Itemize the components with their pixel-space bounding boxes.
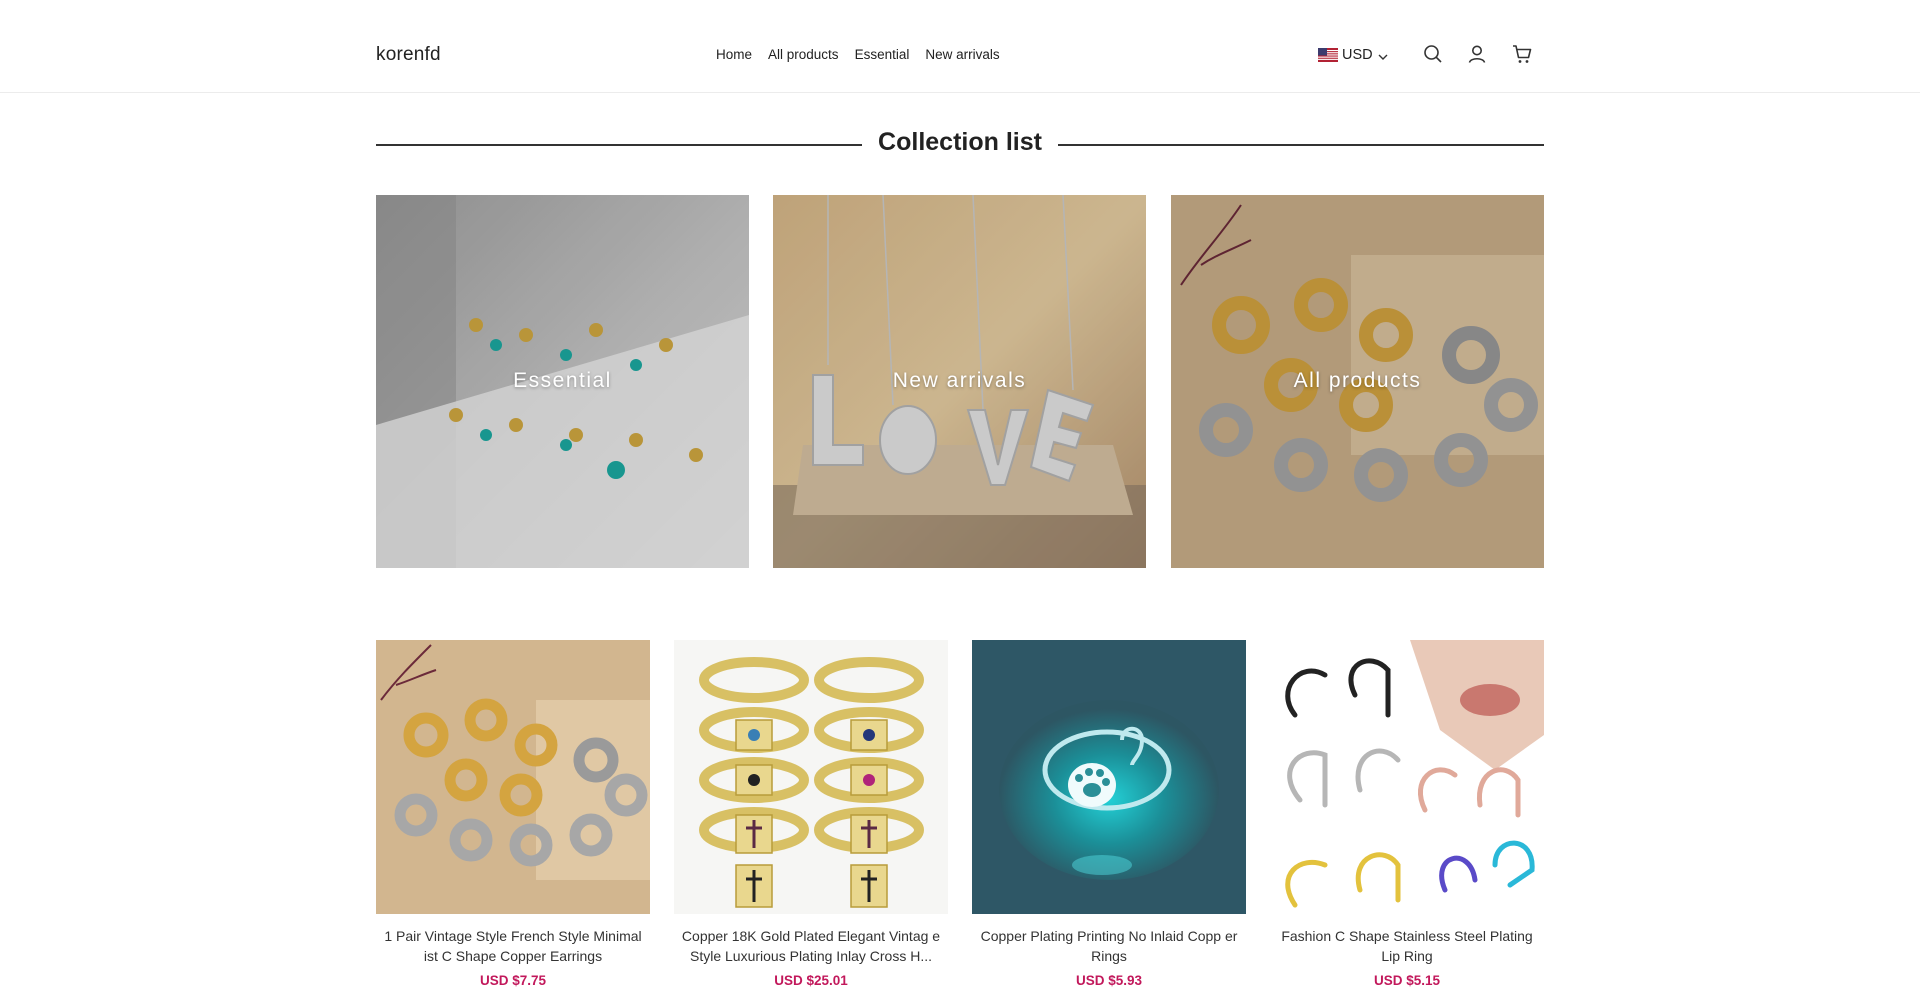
collection-label: All products [1293, 369, 1422, 392]
collection-card-new-arrivals[interactable]: New arrivals [773, 195, 1146, 568]
store-logo[interactable]: korenfd [376, 44, 441, 66]
product-image[interactable] [376, 640, 650, 914]
search-icon[interactable] [1422, 43, 1444, 65]
product-card[interactable]: Fashion C Shape Stainless Steel Plating … [1270, 640, 1544, 988]
product-title[interactable]: Copper 18K Gold Plated Elegant Vintag e … [674, 926, 948, 966]
product-price: USD $5.15 [1373, 973, 1441, 988]
currency-label: USD [1342, 47, 1373, 63]
nav-new-arrivals[interactable]: New arrivals [925, 47, 999, 62]
collection-label: Essential [513, 369, 612, 392]
nav-essential[interactable]: Essential [855, 47, 910, 62]
product-price: USD $25.01 [774, 973, 848, 988]
product-title[interactable]: Fashion C Shape Stainless Steel Plating … [1270, 926, 1544, 966]
collection-label: New arrivals [892, 369, 1027, 392]
cart-icon[interactable] [1511, 43, 1533, 65]
user-icon[interactable] [1466, 43, 1488, 65]
product-image[interactable] [972, 640, 1246, 914]
product-price: USD $7.75 [479, 973, 547, 988]
us-flag-icon [1318, 48, 1338, 62]
nav-home[interactable]: Home [716, 47, 752, 62]
collection-card-essential[interactable]: Essential [376, 195, 749, 568]
chevron-down-icon [1378, 50, 1388, 60]
nav-all-products[interactable]: All products [768, 47, 839, 62]
product-card[interactable]: Copper 18K Gold Plated Elegant Vintag e … [674, 640, 948, 988]
currency-selector[interactable]: USD [1318, 47, 1388, 63]
collection-list-heading: Collection list [376, 126, 1544, 162]
main-nav: Home All products Essential New arrivals [716, 47, 1016, 62]
product-title[interactable]: Copper Plating Printing No Inlaid Copp e… [972, 926, 1246, 966]
product-title[interactable]: 1 Pair Vintage Style French Style Minima… [376, 926, 650, 966]
section-title: Collection list [878, 128, 1042, 156]
product-card[interactable]: 1 Pair Vintage Style French Style Minima… [376, 640, 650, 988]
product-card[interactable]: Copper Plating Printing No Inlaid Copp e… [972, 640, 1246, 988]
product-image[interactable] [674, 640, 948, 914]
collection-card-all-products[interactable]: All products [1171, 195, 1544, 568]
product-price: USD $5.93 [1075, 973, 1143, 988]
site-header: korenfd Home All products Essential New … [0, 0, 1920, 93]
product-image[interactable] [1270, 640, 1544, 914]
